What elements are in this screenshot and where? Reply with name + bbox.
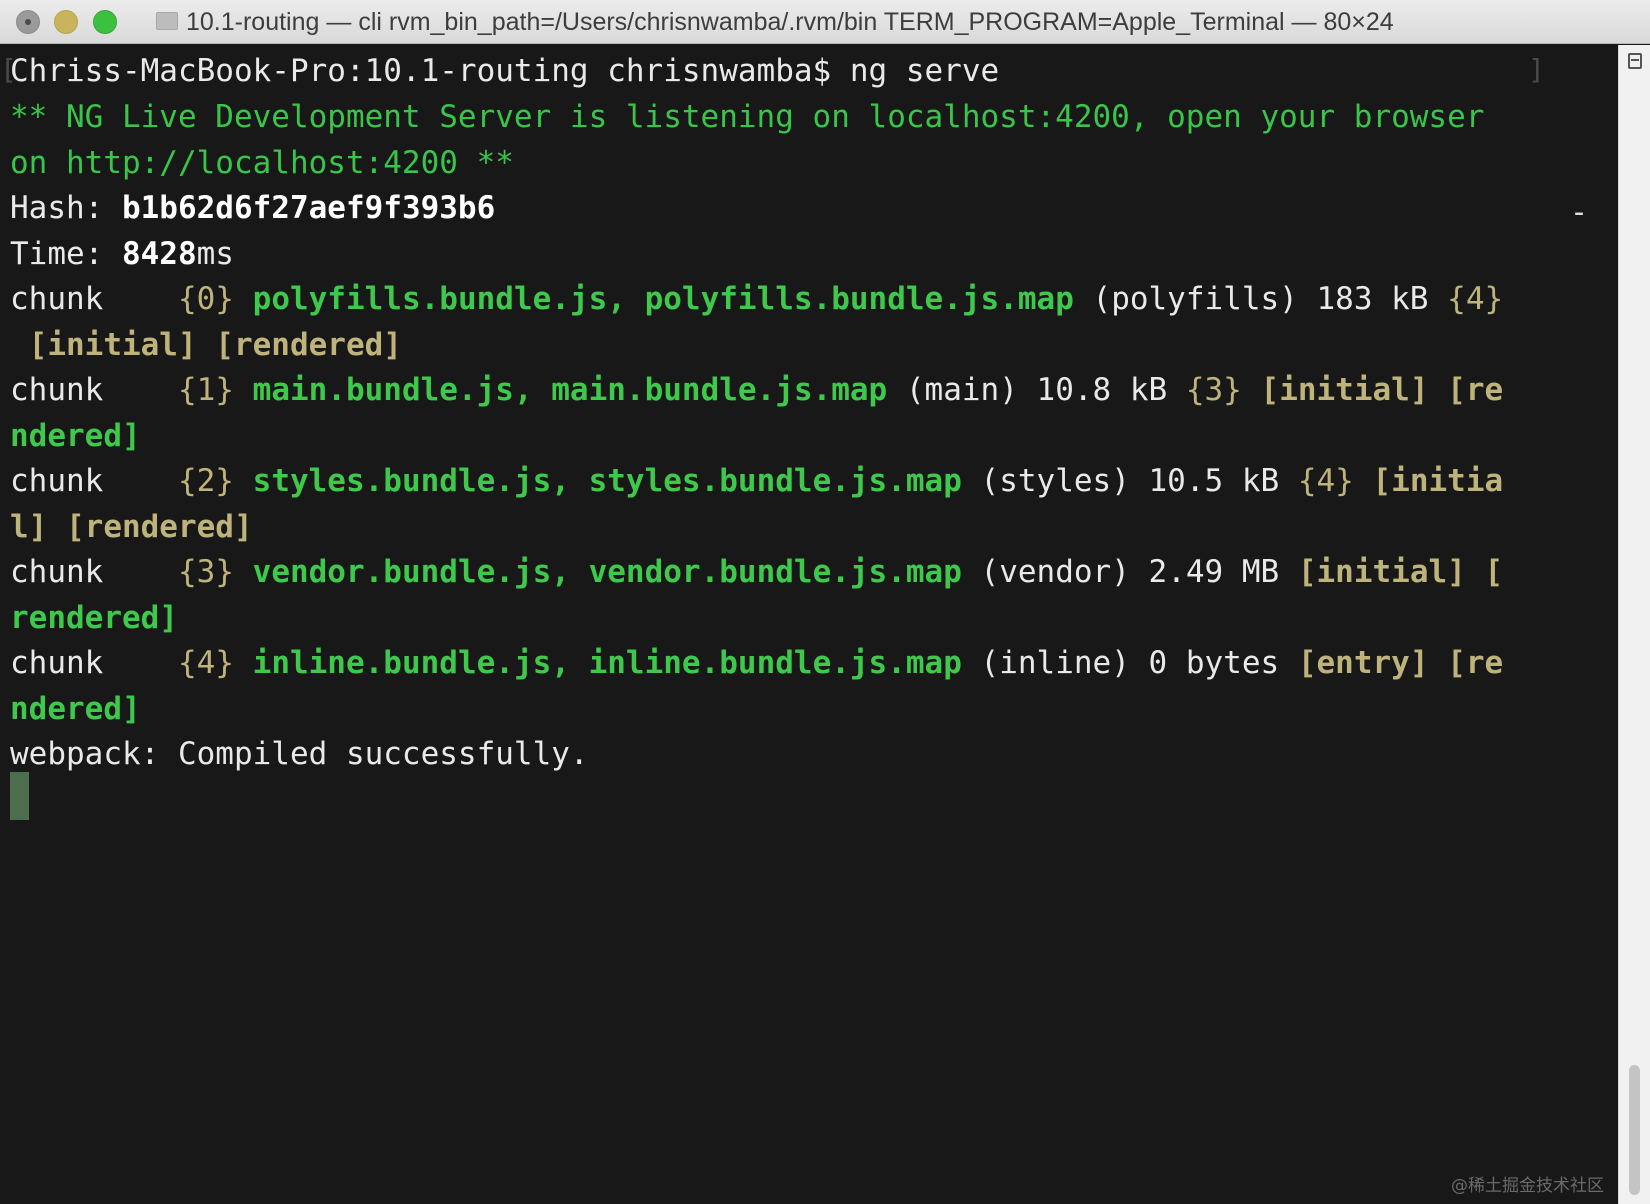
text-cursor (10, 772, 29, 820)
chunk-tags: [initial] [re (1260, 372, 1504, 408)
chunk-name-size: (main) 10.8 kB (905, 372, 1168, 408)
chunk-files: vendor.bundle.js, vendor.bundle.js.map (252, 554, 962, 590)
chunk-name-size: (styles) 10.5 kB (980, 463, 1280, 499)
compiled-line: webpack: Compiled successfully. (10, 736, 589, 772)
chunk-name-size: (vendor) 2.49 MB (980, 554, 1280, 590)
chunk-tags-continuation: ndered] (10, 418, 141, 454)
time-value: 8428 (121, 236, 197, 272)
zoom-button[interactable] (93, 10, 117, 34)
close-button[interactable] (16, 10, 40, 34)
chunk-line: chunk {0} polyfills.bundle.js, polyfills… (10, 276, 1503, 322)
window-title: 10.1-routing — cli rvm_bin_path=/Users/c… (186, 8, 1394, 36)
chunk-files: inline.bundle.js, inline.bundle.js.map (252, 645, 962, 681)
split-pane-icon[interactable] (1628, 53, 1642, 69)
chunk-line: chunk {2} styles.bundle.js, styles.bundl… (10, 458, 1503, 504)
prompt-line: Chriss-MacBook-Pro:10.1-routing chrisnwa… (10, 53, 1000, 89)
minimize-button[interactable] (54, 10, 78, 34)
chunk-id: {3} (177, 554, 234, 590)
chunk-word: chunk (10, 281, 178, 317)
chunk-word: chunk (10, 463, 178, 499)
chunk-files: main.bundle.js, main.bundle.js.map (252, 372, 888, 408)
chunk-word: chunk (10, 645, 178, 681)
chunk-files: polyfills.bundle.js, polyfills.bundle.js… (252, 281, 1074, 317)
chunk-name-size: (inline) 0 bytes (980, 645, 1280, 681)
hash-value: b1b62d6f27aef9f393b6 (121, 190, 496, 226)
watermark-text: @稀土掘金技术社区 (1451, 1176, 1604, 1196)
chunk-parent: {3} (1185, 372, 1242, 408)
chunk-tags-continuation: [initial] [rendered] (10, 327, 402, 363)
chunk-line: chunk {4} inline.bundle.js, inline.bundl… (10, 640, 1503, 686)
time-line: Time: 8428ms (10, 231, 234, 277)
chunk-tags: [initia (1372, 463, 1504, 499)
chunk-tags-continuation: ndered] (10, 691, 141, 727)
chunk-files: styles.bundle.js, styles.bundle.js.map (252, 463, 962, 499)
server-message-line-1: ** NG Live Development Server is listeni… (10, 99, 1485, 135)
chunk-tags-continuation-wrapper: l] [rendered] (10, 504, 253, 550)
hash-line: Hash: b1b62d6f27aef9f393b6 (10, 185, 495, 231)
chunk-tags: [initial] [ (1297, 554, 1504, 590)
chunk-parent: {4} (1297, 463, 1354, 499)
scroll-thumb[interactable] (1629, 1065, 1640, 1195)
chunk-word: chunk (10, 372, 178, 408)
hash-label: Hash: (10, 190, 122, 226)
chunk-parent: {4} (1447, 281, 1504, 317)
title-bar[interactable]: 10.1-routing — cli rvm_bin_path=/Users/c… (0, 0, 1650, 44)
chunk-line: chunk {3} vendor.bundle.js, vendor.bundl… (10, 549, 1503, 595)
terminal-output[interactable]: [ ] Chriss-MacBook-Pro:10.1-routing chri… (0, 45, 1618, 1204)
chunk-word: chunk (10, 554, 178, 590)
chunk-name-size: (polyfills) 183 kB (1092, 281, 1429, 317)
vertical-scrollbar[interactable] (1618, 45, 1650, 1204)
chunk-id: {2} (177, 463, 234, 499)
chunk-id: {0} (177, 281, 234, 317)
chunk-id: {4} (177, 645, 234, 681)
right-bracket-marker: ] (1528, 53, 1545, 86)
server-message-line-2: on http://localhost:4200 ** (10, 145, 514, 181)
folder-icon (156, 12, 178, 30)
chunk-tags-continuation: l] [rendered] (10, 509, 253, 545)
chunk-tags-continuation: rendered] (10, 600, 178, 636)
time-unit: ms (196, 236, 234, 272)
chunk-id: {1} (177, 372, 234, 408)
terminal-window: 10.1-routing — cli rvm_bin_path=/Users/c… (0, 0, 1650, 1204)
time-label: Time: (10, 236, 122, 272)
hash-trailing-mark: - (1570, 195, 1589, 230)
chunk-line: chunk {1} main.bundle.js, main.bundle.js… (10, 367, 1503, 413)
chunk-tags: [entry] [re (1297, 645, 1504, 681)
